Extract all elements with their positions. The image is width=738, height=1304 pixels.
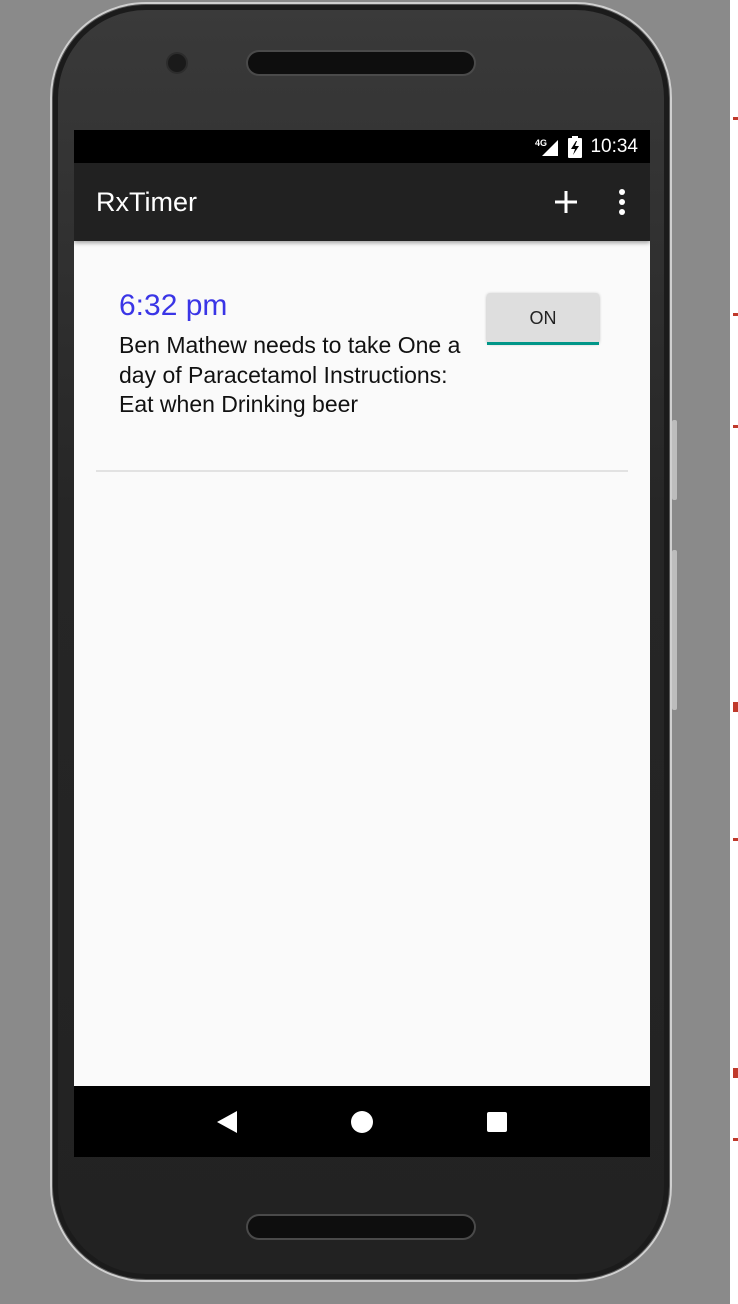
alarm-list: 6:32 pm Ben Mathew needs to take One a d… [74,241,650,1086]
host-mark [733,838,738,841]
status-time: 10:34 [590,135,638,157]
back-button[interactable] [202,1097,252,1147]
alarm-description: Ben Mathew needs to take One a day of Pa… [119,332,461,417]
overflow-menu-button[interactable] [594,174,650,230]
host-mark [733,1068,738,1078]
power-button[interactable] [672,420,677,500]
top-speaker [248,52,474,74]
home-icon [350,1110,373,1133]
bottom-speaker [248,1216,474,1238]
signal-icon: 4G [534,137,560,157]
front-camera [168,54,186,72]
status-bar: 4G 10:34 [74,130,650,163]
alarm-time: 6:32 pm [119,289,228,322]
svg-text:4G: 4G [535,138,547,148]
app-title: RxTimer [96,186,197,217]
host-mark [733,425,738,428]
recents-icon [486,1111,507,1132]
host-window-edge [730,0,738,1304]
host-mark [733,702,738,712]
add-icon [555,191,577,213]
back-icon [217,1110,238,1133]
host-mark [733,313,738,316]
recents-button[interactable] [472,1097,522,1147]
device-screen: 4G 10:34 RxTimer 6:32 pm Ben Mathew need… [74,130,650,1157]
host-mark [733,1138,738,1141]
add-button[interactable] [538,174,594,230]
app-bar: RxTimer [74,163,650,241]
navigation-bar [74,1086,650,1157]
alarm-list-item[interactable]: 6:32 pm Ben Mathew needs to take One a d… [96,241,628,472]
overflow-menu-icon [619,189,625,215]
host-mark [733,117,738,120]
volume-button[interactable] [672,550,677,710]
home-button[interactable] [337,1097,387,1147]
alarm-toggle-button[interactable]: ON [487,293,599,345]
battery-charging-icon [568,135,583,158]
